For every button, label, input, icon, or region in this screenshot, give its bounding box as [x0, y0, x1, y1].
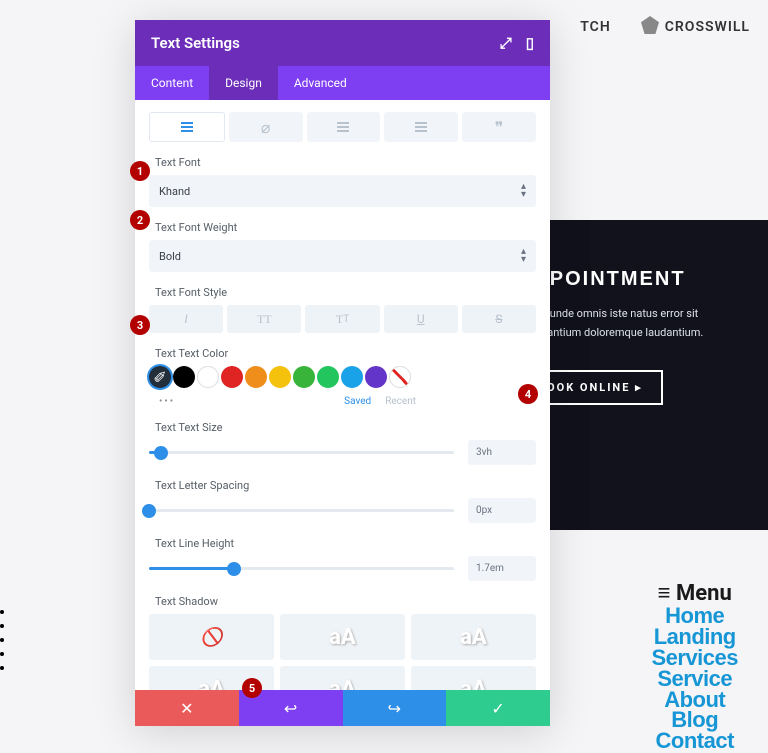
color-swatch[interactable]	[293, 366, 315, 388]
italic-button[interactable]: I	[149, 305, 223, 333]
shadow-label: Text Shadow	[149, 595, 536, 608]
strike-button[interactable]: S	[462, 305, 536, 333]
text-settings-panel: Text Settings ⤢ ▯ Content Design Advance…	[135, 20, 550, 726]
color-swatch[interactable]	[317, 366, 339, 388]
font-select[interactable]: Khand ▴▾	[149, 175, 536, 207]
color-transparent[interactable]	[389, 366, 411, 388]
chevron-updown-icon: ▴▾	[521, 248, 526, 264]
weight-value: Bold	[159, 250, 181, 263]
annotation-badge-1: 1	[130, 161, 150, 181]
annotation-badge-2: 2	[130, 210, 150, 230]
color-swatch[interactable]	[341, 366, 363, 388]
size-input[interactable]: 3vh	[468, 440, 536, 465]
font-value: Khand	[159, 185, 190, 198]
smallcaps-button[interactable]: TT	[305, 305, 379, 333]
ol-icon	[415, 126, 427, 128]
panel-title: Text Settings	[151, 34, 240, 52]
shadow-preset-2[interactable]: aA	[411, 614, 536, 660]
color-label: Text Text Color	[149, 347, 536, 360]
text-tab-paragraph[interactable]	[149, 112, 225, 142]
shadow-preset-4[interactable]: aA	[280, 666, 405, 690]
weight-label: Text Font Weight	[149, 221, 536, 234]
letter-input[interactable]: 0px	[468, 498, 536, 523]
site-header: TCH CROSSWILL	[580, 16, 750, 38]
uppercase-button[interactable]: TT	[227, 305, 301, 333]
line-slider[interactable]	[149, 559, 454, 579]
tab-advanced[interactable]: Advanced	[278, 66, 363, 100]
brand-name: CROSSWILL	[665, 19, 750, 35]
color-swatch[interactable]	[245, 366, 267, 388]
letter-field: Text Letter Spacing 0px	[149, 479, 536, 523]
expand-icon[interactable]: ⤢	[500, 34, 512, 52]
color-swatch[interactable]	[197, 366, 219, 388]
save-button[interactable]: ✓	[446, 690, 550, 726]
style-field: Text Font Style I TT TT U S	[149, 286, 536, 333]
menu-item-contact[interactable]: Contact	[651, 731, 738, 752]
saved-colors-tab[interactable]: Saved	[344, 396, 371, 407]
cancel-button[interactable]: ✕	[135, 690, 239, 726]
redo-button[interactable]: ↪	[343, 690, 447, 726]
hero-body: iciatis unde omnis iste natus error sit …	[518, 305, 748, 342]
annotation-badge-4: 4	[518, 384, 538, 404]
paragraph-icon	[181, 126, 193, 128]
letter-slider[interactable]	[149, 501, 454, 521]
brand-logo: CROSSWILL	[641, 16, 750, 38]
size-label: Text Text Size	[149, 421, 536, 434]
underline-button[interactable]: U	[384, 305, 458, 333]
weight-field: Text Font Weight Bold ▴▾	[149, 221, 536, 272]
shadow-field: Text Shadow 🚫 aA aA aA aA aA	[149, 595, 536, 690]
color-swatches: ✐	[149, 366, 536, 388]
weight-select[interactable]: Bold ▴▾	[149, 240, 536, 272]
tab-design[interactable]: Design	[209, 66, 278, 100]
tab-content[interactable]: Content	[135, 66, 209, 100]
shadow-preset-5[interactable]: aA	[411, 666, 536, 690]
text-tab-ul[interactable]	[307, 112, 381, 142]
panel-header: Text Settings ⤢ ▯	[135, 20, 550, 66]
text-tab-link[interactable]: ⌀	[229, 112, 303, 142]
eyedropper-icon[interactable]: ✐	[149, 366, 171, 388]
color-swatch[interactable]	[221, 366, 243, 388]
color-swatch[interactable]	[173, 366, 195, 388]
brand-logo-icon	[641, 16, 659, 38]
hero-title: APPOINTMENT	[518, 268, 748, 291]
annotation-badge-5: 5	[242, 678, 262, 698]
size-field: Text Text Size 3vh	[149, 421, 536, 465]
text-tab-ol[interactable]	[384, 112, 458, 142]
text-tab-quote[interactable]: ❞	[462, 112, 536, 142]
mobile-menu: Menu HomeLandingServicesServiceAboutBlog…	[651, 580, 738, 752]
line-field: Text Line Height 1.7em	[149, 537, 536, 581]
line-label: Text Line Height	[149, 537, 536, 550]
text-type-tabs: ⌀ ❞	[149, 112, 536, 142]
list-icon	[337, 126, 349, 128]
recent-colors-tab[interactable]: Recent	[385, 396, 416, 407]
color-field: Text Text Color ✐ ••• Saved Recent	[149, 347, 536, 407]
style-label: Text Font Style	[149, 286, 536, 299]
panel-body: ⌀ ❞ Text Font Khand ▴▾ Text Font Weight …	[135, 100, 550, 690]
panel-tabs: Content Design Advanced	[135, 66, 550, 100]
more-colors-icon[interactable]: •••	[159, 396, 175, 407]
panel-action-bar: ✕ ↩ ↪ ✓	[135, 690, 550, 726]
size-slider[interactable]	[149, 443, 454, 463]
color-swatch[interactable]	[365, 366, 387, 388]
font-label: Text Font	[149, 156, 536, 169]
responsive-icon[interactable]: ▯	[526, 34, 534, 52]
annotation-badge-3: 3	[130, 315, 150, 335]
font-field: Text Font Khand ▴▾	[149, 156, 536, 207]
color-swatch[interactable]	[269, 366, 291, 388]
chevron-updown-icon: ▴▾	[521, 183, 526, 199]
letter-label: Text Letter Spacing	[149, 479, 536, 492]
page-dots	[0, 610, 4, 680]
shadow-preset-1[interactable]: aA	[280, 614, 405, 660]
menu-items: HomeLandingServicesServiceAboutBlogConta…	[651, 606, 738, 752]
line-input[interactable]: 1.7em	[468, 556, 536, 581]
shadow-none[interactable]: 🚫	[149, 614, 274, 660]
header-text: TCH	[580, 19, 610, 35]
